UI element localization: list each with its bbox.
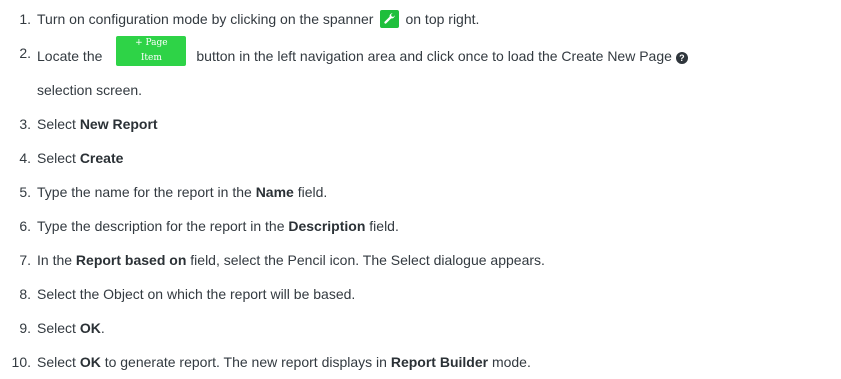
step-bold: Report based on: [75, 252, 187, 268]
step-number: 6.: [19, 218, 31, 234]
step-text: In the: [37, 252, 76, 268]
step-10: 10. Select OK to generate report. The ne…: [0, 345, 841, 379]
step-bold: OK: [79, 320, 101, 336]
step-bold: New Report: [79, 116, 158, 132]
step-text-after: mode.: [488, 354, 531, 370]
step-9: 9. Select OK.: [0, 311, 841, 345]
step-text-after: .: [100, 320, 105, 336]
step-number: 1.: [19, 11, 31, 27]
step-number: 4.: [19, 150, 31, 166]
step-text: Locate the: [37, 48, 103, 64]
step-text: Type the name for the report in the: [37, 184, 256, 200]
question-circle-icon[interactable]: ?: [675, 52, 688, 64]
step-number: 5.: [19, 184, 31, 200]
step-bold: OK: [79, 354, 101, 370]
step-number: 3.: [19, 116, 31, 132]
step-8: 8. Select the Object on which the report…: [0, 277, 841, 311]
step-text-after: field, select the Pencil icon. The Selec…: [186, 252, 545, 268]
instruction-steps-list: 1. Turn on configuration mode by clickin…: [0, 0, 841, 377]
step-text-after: field.: [365, 218, 399, 234]
step-bold: Name: [255, 184, 294, 200]
step-bold: Create: [79, 150, 124, 166]
step-text-after: on top right.: [405, 11, 480, 27]
step-7: 7. In the Report based on field, select …: [0, 243, 841, 277]
step-number: 7.: [19, 252, 31, 268]
step-4: 4. Select Create: [0, 141, 841, 175]
step-number: 8.: [19, 286, 31, 302]
step-number: 2.: [19, 45, 31, 61]
step-text: Select: [37, 150, 80, 166]
step-text: Turn on configuration mode by clicking o…: [37, 11, 374, 27]
step-bold-2: Report Builder: [390, 354, 489, 370]
step-text: Select: [37, 116, 80, 132]
step-6: 6. Type the description for the report i…: [0, 209, 841, 243]
step-text: Select: [37, 320, 80, 336]
step-text-mid: button in the left navigation area and c…: [196, 48, 672, 64]
step-5: 5. Type the name for the report in the N…: [0, 175, 841, 209]
step-text-after: field.: [293, 184, 328, 200]
step-bold: Description: [288, 218, 366, 234]
step-2: 2. Locate the + Page Item button in the le…: [0, 36, 837, 107]
step-3: 3. Select New Report: [0, 107, 841, 141]
step-number: 10.: [11, 354, 31, 370]
step-text-mid: to generate report. The new report displ…: [100, 354, 391, 370]
wrench-icon[interactable]: [380, 10, 400, 28]
step-text: Type the description for the report in t…: [37, 218, 289, 234]
step-text: Select: [37, 354, 80, 370]
step-text-after: selection screen.: [37, 82, 143, 98]
step-text: Select the Object on which the report wi…: [37, 286, 356, 302]
step-number: 9.: [19, 320, 31, 336]
step-1: 1. Turn on configuration mode by clickin…: [0, 2, 841, 36]
page-item-button[interactable]: + Page Item: [116, 36, 187, 66]
